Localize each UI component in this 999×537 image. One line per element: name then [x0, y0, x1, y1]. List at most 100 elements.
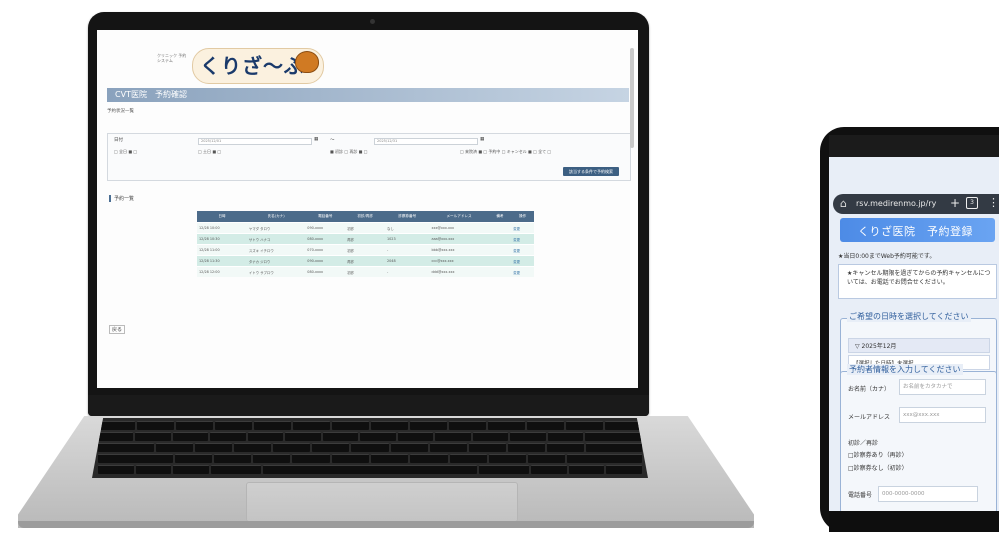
- table-cell: 1023: [384, 233, 430, 245]
- table-cell: -: [384, 244, 430, 256]
- table-cell: 初診: [345, 244, 385, 256]
- phone-bottom-bezel: [829, 511, 999, 532]
- table-cell: イトウ サブロウ: [246, 266, 306, 277]
- table-cell: 090-xxxx: [305, 255, 346, 267]
- subtitle: 予約状況一覧: [107, 109, 134, 114]
- column-header[interactable]: 氏名(カナ): [246, 211, 306, 223]
- table-cell: 070-xxxx: [305, 244, 346, 256]
- table-cell: -: [384, 266, 430, 277]
- logo-text: くりざ〜ぶ: [200, 54, 305, 78]
- table-cell: なし: [384, 222, 430, 234]
- page-title: CVT医院 予約確認: [115, 90, 187, 99]
- name-input[interactable]: お名前をカタカナで: [899, 379, 986, 395]
- cancel-notice-text: ★キャンセル期限を過ぎてからの予約キャンセルについては、お電話でお問合せください…: [847, 270, 991, 286]
- phone-number-label: 電話番号: [848, 492, 873, 499]
- table-cell: 12/28 10:30: [197, 233, 247, 245]
- laptop-base-edge: [18, 521, 754, 528]
- logo-tagline: クリニック 予約システム: [157, 53, 187, 63]
- calendar-icon[interactable]: ▦: [314, 137, 318, 142]
- table-cell: スズキ イチロウ: [246, 244, 306, 256]
- scrollbar[interactable]: [630, 48, 634, 148]
- table-cell: 再診: [345, 233, 385, 245]
- visit-type-label: 初診／再診: [848, 440, 879, 447]
- phone-number-input[interactable]: 000-0000-0000: [878, 486, 978, 502]
- table-cell: タナカ ジロウ: [246, 255, 306, 267]
- table-cell: 2048: [384, 255, 430, 267]
- more-menu-icon[interactable]: ⋮: [988, 196, 999, 209]
- pot-icon: [295, 51, 319, 73]
- table-cell: [488, 255, 512, 267]
- table-cell: bbb@xxx.xxx: [429, 244, 489, 256]
- table-cell: 090-xxxx: [305, 222, 346, 234]
- keyboard: [92, 418, 648, 478]
- customer-info-legend: 予約者情報を入力してください: [847, 364, 963, 375]
- table-cell: [488, 222, 512, 234]
- visit-option-first[interactable]: □診察券なし（初診）: [848, 463, 908, 472]
- edit-link[interactable]: 変更: [511, 266, 534, 277]
- new-tab-icon[interactable]: +: [950, 196, 960, 210]
- phone-page-title: くりざ医院 予約登録: [858, 225, 973, 238]
- filter-panel: 日付 2025/12/01 ▦ 〜 2025/12/31 ▦ □ 全日 ■ □ …: [107, 133, 631, 181]
- reservation-table: 日時 氏名(カナ) 電話番号 初診/再診 診察券番号 メールアドレス 備考 操作…: [197, 211, 534, 277]
- date-from-input[interactable]: 2025/12/01: [198, 138, 312, 145]
- filter-label: 日付: [114, 138, 123, 143]
- range-separator: 〜: [330, 138, 335, 143]
- email-input[interactable]: xxx@xxx.xxx: [899, 407, 986, 423]
- home-icon[interactable]: ⌂: [840, 197, 847, 210]
- edit-link[interactable]: 変更: [511, 244, 534, 256]
- column-header[interactable]: 操作: [511, 211, 534, 223]
- table-cell: 再診: [345, 255, 385, 267]
- name-label: お名前（カナ）: [848, 386, 891, 393]
- phone-page-header: くりざ医院 予約登録: [840, 218, 995, 242]
- cancel-notice-box: ★キャンセル期限を過ぎてからの予約キャンセルについては、お電話でお問合せください…: [838, 264, 997, 299]
- back-button[interactable]: 戻る: [109, 325, 126, 334]
- table-cell: 12/28 11:00: [197, 244, 247, 256]
- filter-options-left2[interactable]: □ 土日 ■ □: [198, 149, 221, 155]
- edit-link[interactable]: 変更: [511, 255, 534, 267]
- key-row: [92, 465, 648, 474]
- table-cell: 080-xxxx: [305, 233, 346, 245]
- month-toggle[interactable]: ▽ 2025年12月: [848, 338, 990, 353]
- column-header[interactable]: 電話番号: [305, 211, 346, 223]
- table-cell: xxx@xxx.xxx: [429, 222, 489, 234]
- web-booking-notice: ★当日0:00までWeb予約可能です。: [838, 253, 936, 260]
- month-label: ▽ 2025年12月: [855, 343, 897, 350]
- tab-count-icon[interactable]: 3: [966, 197, 978, 209]
- date-to-input[interactable]: 2025/12/31: [374, 138, 478, 145]
- column-header[interactable]: 初診/再診: [345, 211, 385, 223]
- key-row: [92, 432, 648, 441]
- table-cell: [488, 244, 512, 256]
- table-row[interactable]: 12/28 12:00 イトウ サブロウ 080-xxxx 初診 - ddd@x…: [197, 266, 534, 277]
- calendar-icon[interactable]: ▦: [480, 137, 484, 142]
- table-cell: 12/28 11:30: [197, 255, 247, 267]
- column-header[interactable]: メールアドレス: [429, 211, 489, 223]
- key-row: [92, 454, 648, 463]
- trackpad: [246, 482, 518, 522]
- table-row[interactable]: 12/28 11:30 タナカ ジロウ 090-xxxx 再診 2048 ccc…: [197, 255, 534, 267]
- table-cell: ヤマダ タロウ: [246, 222, 306, 234]
- table-cell: サトウ ハナコ: [246, 233, 306, 245]
- table-row[interactable]: 12/28 11:00 スズキ イチロウ 070-xxxx 初診 - bbb@x…: [197, 244, 534, 256]
- edit-link[interactable]: 変更: [511, 233, 534, 245]
- column-header[interactable]: 診察券番号: [384, 211, 430, 223]
- column-header[interactable]: 日時: [197, 211, 247, 223]
- filter-options-left[interactable]: □ 全日 ■ □: [114, 149, 137, 155]
- table-row[interactable]: 12/28 10:30 サトウ ハナコ 080-xxxx 再診 1023 aaa…: [197, 233, 534, 245]
- visit-option-return[interactable]: □診察券あり（再診）: [848, 450, 908, 459]
- email-label: メールアドレス: [848, 414, 891, 421]
- camera-icon: [370, 19, 375, 24]
- filter-options-mid[interactable]: ■ 初診 □ 再診 ■ □: [330, 149, 367, 155]
- table-row[interactable]: 12/28 10:00 ヤマダ タロウ 090-xxxx 初診 なし xxx@x…: [197, 222, 534, 234]
- table-cell: ddd@xxx.xxx: [429, 266, 489, 277]
- column-header[interactable]: 備考: [488, 211, 512, 223]
- url-text[interactable]: rsv.medirenmo.jp/ry: [856, 199, 936, 208]
- table-cell: aaa@xxx.xxx: [429, 233, 489, 245]
- table-cell: [488, 266, 512, 277]
- search-button[interactable]: 該当する条件で予約検索: [563, 167, 619, 176]
- edit-link[interactable]: 変更: [511, 222, 534, 234]
- table-cell: 初診: [345, 222, 385, 234]
- laptop-bezel: [88, 395, 649, 416]
- table-cell: 12/28 12:00: [197, 266, 247, 277]
- table-cell: [488, 233, 512, 245]
- filter-options-right[interactable]: □ 来院済 ■ □ 予約中 □ キャンセル ■ □ 全て □: [460, 149, 551, 155]
